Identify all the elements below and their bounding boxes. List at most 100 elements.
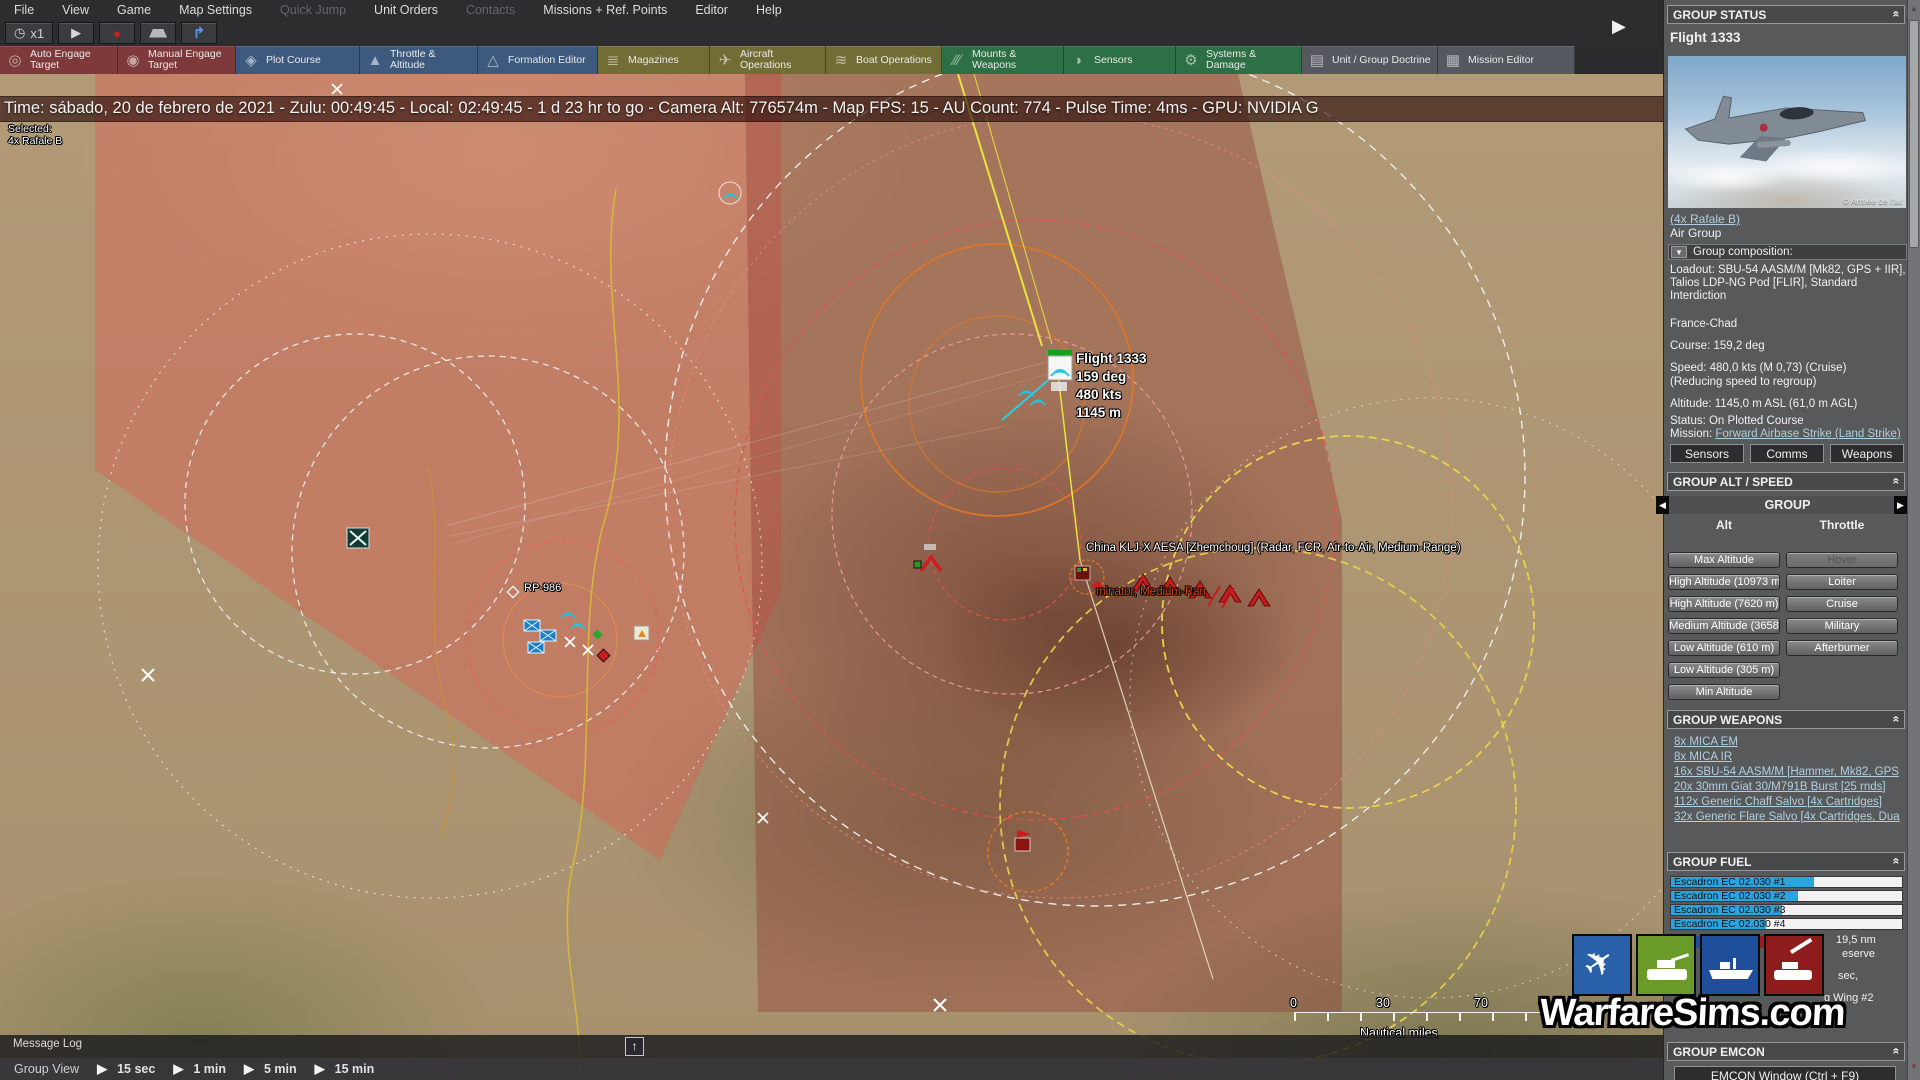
magazines-button[interactable]: ≣Magazines (598, 46, 710, 74)
cruise-throttle-button[interactable]: Cruise (1786, 596, 1898, 612)
fuel-row[interactable]: Escadron EC 02.030 #3 (1670, 904, 1903, 916)
flight-altitude: 1145 m (1076, 404, 1147, 422)
group-next-arrow[interactable]: ▶ (1894, 496, 1907, 514)
collapse-chevron-icon[interactable]: « (1890, 858, 1904, 865)
systems-damage-button[interactable]: ⚙Systems & Damage (1176, 46, 1302, 74)
weapon-link[interactable]: 16x SBU-54 AASM/M [Hammer, Mk82, GPS (1674, 766, 1899, 778)
expand-log-button[interactable]: ↑ (625, 1037, 644, 1056)
sensors-button[interactable]: ◗Sensors (1064, 46, 1176, 74)
menu-view[interactable]: View (48, 1, 103, 19)
low-altitude-610-button[interactable]: Low Altitude (610 m) (1668, 640, 1780, 656)
step-5min-icon[interactable]: ▶ (244, 1061, 254, 1077)
aircraft-operations-button[interactable]: ✈Aircraft Operations (710, 46, 826, 74)
play-button[interactable]: ▶ (58, 22, 94, 44)
map-canvas[interactable] (0, 74, 1663, 1080)
group-prev-arrow[interactable]: ◀ (1656, 496, 1669, 514)
map-viewport[interactable]: Time: sábado, 20 de febrero de 2021 - Zu… (0, 74, 1663, 1080)
unit-group-doctrine-button[interactable]: ▤Unit / Group Doctrine (1302, 46, 1438, 74)
dropdown-arrow-icon[interactable]: ▼ (1671, 246, 1687, 258)
jump-arrow-icon: ↱ (193, 24, 206, 42)
collapse-chevron-icon[interactable]: « (1890, 11, 1904, 18)
throttle-altitude-button[interactable]: ▲Throttle & Altitude (360, 46, 478, 74)
mounts-weapons-button[interactable]: ∕∕∕Mounts & Weapons (942, 46, 1064, 74)
speed-note: (Reducing speed to regroup) (1670, 376, 1816, 388)
record-button[interactable]: ● (99, 22, 135, 44)
menu-contacts: Contacts (452, 1, 529, 19)
unit-photo: © Armée de l'air (1668, 56, 1906, 208)
aircraft-icon: ✈ (716, 55, 734, 66)
group-fuel-header[interactable]: « GROUP FUEL (1667, 852, 1905, 871)
mission-editor-button[interactable]: ▦Mission Editor (1438, 46, 1575, 74)
loadout-text: Loadout: SBU-54 AASM/M [Mk82, GPS + IIR]… (1670, 264, 1906, 303)
weapon-link[interactable]: 32x Generic Flare Salvo [4x Cartridges, … (1674, 811, 1900, 823)
loiter-throttle-button[interactable]: Loiter (1786, 574, 1898, 590)
time-compression-button[interactable]: ◷ x1 (5, 22, 53, 44)
weapon-link[interactable]: 112x Generic Chaff Salvo [4x Cartridges] (1674, 796, 1882, 808)
collapse-chevron-icon[interactable]: « (1890, 716, 1904, 723)
unit-type-link[interactable]: (4x Rafale B) (1670, 212, 1740, 226)
military-throttle-button[interactable]: Military (1786, 618, 1898, 634)
manual-engage-icon: ◉ (124, 55, 142, 66)
min-altitude-button[interactable]: Min Altitude (1668, 684, 1780, 700)
menu-game[interactable]: Game (103, 1, 165, 19)
collapse-chevron-icon[interactable]: « (1890, 1048, 1904, 1055)
menu-help[interactable]: Help (742, 1, 796, 19)
sensors-panel-button[interactable]: Sensors (1670, 444, 1744, 463)
jump-button[interactable]: ↱ (181, 22, 217, 44)
formation-editor-button[interactable]: △Formation Editor (478, 46, 598, 74)
weapon-link[interactable]: 8x MICA IR (1674, 751, 1732, 763)
scrollbar-thumb[interactable] (1909, 20, 1919, 248)
camera-view-button[interactable] (140, 22, 176, 44)
max-altitude-button[interactable]: Max Altitude (1668, 552, 1780, 568)
fuel-row[interactable]: Escadron EC 02.030 #2 (1670, 890, 1903, 902)
mission-editor-icon: ▦ (1444, 55, 1462, 66)
menu-map-settings[interactable]: Map Settings (165, 1, 266, 19)
emcon-window-button[interactable]: EMCON Window (Ctrl + F9) (1674, 1066, 1896, 1080)
sidebar-expand-arrow[interactable]: ▶ (1612, 16, 1626, 37)
weapon-link[interactable]: 8x MICA EM (1674, 736, 1738, 748)
sidebar-scrollbar[interactable]: ▲ ▼ (1907, 0, 1920, 1080)
auto-engage-target-button[interactable]: ◎Auto Engage Target (0, 46, 118, 74)
menu-file[interactable]: File (0, 1, 48, 19)
menu-unit-orders[interactable]: Unit Orders (360, 1, 452, 19)
boat-operations-button[interactable]: ≋Boat Operations (826, 46, 942, 74)
group-alt-speed-header[interactable]: « GROUP ALT / SPEED (1667, 472, 1905, 491)
group-view-label: Group View (14, 1062, 79, 1076)
time-status-bar: Time: sábado, 20 de febrero de 2021 - Zu… (0, 96, 1663, 122)
scroll-up-icon[interactable]: ▲ (1910, 4, 1918, 13)
side-label: France-Chad (1670, 318, 1737, 330)
collapse-chevron-icon[interactable]: « (1890, 478, 1904, 485)
high-altitude-7620-button[interactable]: High Altitude (7620 m) (1668, 596, 1780, 612)
scroll-down-icon[interactable]: ▼ (1910, 1062, 1918, 1071)
step-15sec-label[interactable]: 15 sec (117, 1062, 155, 1076)
menu-missions-ref-points[interactable]: Missions + Ref. Points (529, 1, 681, 19)
unit-friendly-installation[interactable] (347, 528, 369, 548)
mission-link[interactable]: Forward Airbase Strike (Land Strike) (1715, 428, 1900, 440)
afterburner-throttle-button[interactable]: Afterburner (1786, 640, 1898, 656)
alt-column-label: Alt (1668, 518, 1780, 532)
group-status-header[interactable]: « GROUP STATUS (1667, 5, 1905, 24)
refpoint-label: RP-986 (524, 582, 561, 594)
comms-panel-button[interactable]: Comms (1750, 444, 1824, 463)
step-15sec-icon[interactable]: ▶ (97, 1061, 107, 1077)
step-1min-icon[interactable]: ▶ (173, 1061, 183, 1077)
menu-editor[interactable]: Editor (681, 1, 742, 19)
medium-altitude-button[interactable]: Medium Altitude (3658 (1668, 618, 1780, 634)
low-altitude-305-button[interactable]: Low Altitude (305 m) (1668, 662, 1780, 678)
plot-course-button[interactable]: ◈Plot Course (236, 46, 360, 74)
step-15min-label[interactable]: 15 min (335, 1062, 375, 1076)
magazines-icon: ≣ (604, 55, 622, 66)
high-altitude-10973-button[interactable]: High Altitude (10973 m (1668, 574, 1780, 590)
selected-value: 4x Rafale B (8, 135, 62, 147)
step-1min-label[interactable]: 1 min (193, 1062, 226, 1076)
manual-engage-target-button[interactable]: ◉Manual Engage Target (118, 46, 236, 74)
radar-detection-label: China KLJ-X AESA [Zhemchoug] (Radar, FCR… (1086, 542, 1461, 554)
weapon-link[interactable]: 20x 30mm Giat 30/M791B Burst [25 rnds] (1674, 781, 1886, 793)
group-composition-bar[interactable]: ▼ Group composition: (1668, 244, 1907, 260)
step-15min-icon[interactable]: ▶ (315, 1061, 325, 1077)
fuel-row[interactable]: Escadron EC 02.030 #1 (1670, 876, 1903, 888)
weapons-panel-button[interactable]: Weapons (1830, 444, 1904, 463)
step-5min-label[interactable]: 5 min (264, 1062, 297, 1076)
group-weapons-header[interactable]: « GROUP WEAPONS (1667, 710, 1905, 729)
logo-jet-icon: ✈ (1572, 934, 1632, 996)
